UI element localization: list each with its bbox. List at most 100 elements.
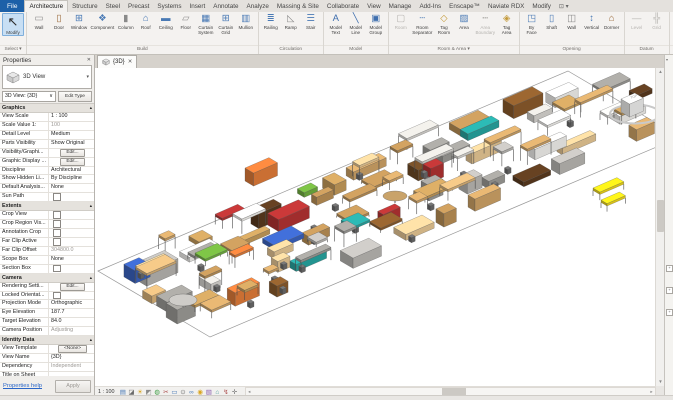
property-value[interactable]: 100 [49, 122, 94, 130]
tool-column[interactable]: ▮Column [116, 13, 136, 30]
tab-precast[interactable]: Precast [124, 0, 153, 12]
crop-region-vis-checkbox[interactable] [53, 220, 61, 228]
tool-window[interactable]: ⊞Window [69, 13, 89, 30]
type-selector[interactable]: 3D View ▾ [2, 65, 92, 89]
property-value[interactable]: 187.7 [49, 309, 94, 317]
tool-railing[interactable]: ≣Railing [261, 13, 281, 30]
tool-mullion[interactable]: ▥Mullion [236, 13, 256, 30]
tool-stair[interactable]: ☰Stair [301, 13, 321, 30]
property-value[interactable]: 84.0 [49, 318, 94, 326]
tool-tag-area[interactable]: ◈Tag Area [497, 13, 517, 35]
property-value[interactable]: None [49, 256, 94, 264]
tab-massing-site[interactable]: Massing & Site [273, 0, 323, 12]
tool-roof[interactable]: ⌂Roof [136, 13, 156, 30]
section-identity-data[interactable]: Identity Data▴ [0, 336, 94, 345]
property-value[interactable]: 304800.0 [49, 247, 94, 255]
tab-add-ins[interactable]: Add-Ins [415, 0, 445, 12]
tool-wall[interactable]: ◫Wall [562, 13, 582, 30]
tool-ramp[interactable]: ◺Ramp [281, 13, 301, 30]
tool-tag-room[interactable]: ◇Tag Room [434, 13, 454, 35]
tool-area[interactable]: ▨Area [454, 13, 474, 30]
tool-modify[interactable]: ↖Modify [2, 13, 24, 36]
section-graphics[interactable]: Graphics▴ [0, 104, 94, 113]
section-collapse-icon[interactable]: ▴ [90, 336, 92, 344]
tab-enscape[interactable]: Enscape™ [445, 0, 484, 12]
tab-naviate-rdx[interactable]: Naviate RDX [484, 0, 528, 12]
graphic-display-button[interactable]: Edit... [60, 158, 84, 166]
property-value[interactable]: None [49, 184, 94, 192]
tool-dormer[interactable]: ⌂Dormer [602, 13, 622, 30]
section-collapse-icon[interactable]: ▴ [90, 104, 92, 112]
tool-model-text[interactable]: AModel Text [326, 13, 346, 35]
tab-structure[interactable]: Structure [68, 0, 102, 12]
visibility-graphi-button[interactable]: Edit... [60, 149, 84, 157]
property-value [49, 292, 94, 300]
ribbon-display-toggle-icon[interactable]: ⊡ ▾ [555, 0, 573, 12]
round-table[interactable] [169, 294, 197, 306]
tab-analyze[interactable]: Analyze [243, 0, 273, 12]
property-value[interactable]: Independent [49, 363, 94, 371]
tool-door[interactable]: ▯Door [49, 13, 69, 30]
section-extents[interactable]: Extents▴ [0, 202, 94, 211]
tool-wall[interactable]: ▭Wall [29, 13, 49, 30]
tree-expand-icon[interactable]: + [666, 287, 673, 294]
tab-architecture[interactable]: Architecture [24, 0, 68, 12]
section-camera[interactable]: Camera▴ [0, 274, 94, 283]
file-menu-button[interactable]: File [0, 0, 24, 12]
property-value[interactable]: {3D} [49, 354, 94, 362]
drawing-area[interactable]: TOP [95, 68, 656, 386]
group-label-room-area[interactable]: Room & Area ▾ [389, 45, 519, 54]
sun-path-checkbox[interactable] [53, 193, 61, 201]
close-icon[interactable]: ✕ [87, 57, 91, 63]
tool-floor[interactable]: ▱Floor [176, 13, 196, 30]
view-template-button[interactable]: <None> [58, 345, 87, 353]
property-value[interactable]: Show Original [49, 140, 94, 148]
tool-model-line[interactable]: ╲Model Line [346, 13, 366, 35]
tab-manage[interactable]: Manage [385, 0, 416, 12]
section-collapse-icon[interactable]: ▴ [90, 202, 92, 210]
property-value[interactable]: Adjusting [49, 327, 94, 335]
round-table[interactable] [383, 191, 407, 201]
tab-steel[interactable]: Steel [102, 0, 124, 12]
tree-expand-icon[interactable]: + [666, 265, 673, 272]
property-value[interactable]: Architectural [49, 167, 94, 175]
tool-curtain-grid[interactable]: ⊞Curtain Grid [216, 13, 236, 35]
tree-expand-icon[interactable]: + [666, 309, 673, 316]
tool-curtain-system[interactable]: ▦Curtain System [196, 13, 216, 35]
tool-vertical[interactable]: ↕Vertical [582, 13, 602, 30]
tab-view[interactable]: View [363, 0, 385, 12]
tab-annotate[interactable]: Annotate [209, 0, 242, 12]
tab-insert[interactable]: Insert [186, 0, 210, 12]
tool-model-group[interactable]: ▣Model Group [366, 13, 386, 35]
tab-collaborate[interactable]: Collaborate [323, 0, 363, 12]
view-tab-3d[interactable]: {3D} ✕ [97, 55, 137, 68]
far-clip-active-checkbox[interactable] [53, 238, 61, 246]
tool-ceiling[interactable]: ▬Ceiling [156, 13, 176, 30]
tool-component[interactable]: ❖Component [89, 13, 116, 30]
tool-shaft[interactable]: ▯Shaft [542, 13, 562, 30]
edit-type-button[interactable]: Edit Type [58, 91, 92, 102]
curtain-system-icon: ▦ [201, 13, 210, 25]
properties-help-link[interactable]: Properties help [3, 383, 42, 389]
property-value[interactable]: Orthographic [49, 300, 94, 308]
section-collapse-icon[interactable]: ▴ [90, 274, 92, 282]
model-3d-view[interactable]: TOP [95, 68, 656, 386]
tool-by-face[interactable]: ◳By Face [522, 13, 542, 35]
annotation-crop-checkbox[interactable] [53, 229, 61, 237]
instance-selector[interactable]: 3D View: {3D} ∨ [2, 91, 56, 102]
section-box-checkbox[interactable] [53, 265, 61, 273]
property-value[interactable]: Medium [49, 131, 94, 139]
property-value[interactable]: By Discipline [49, 175, 94, 183]
tab-systems[interactable]: Systems [153, 0, 185, 12]
chevron-down-icon[interactable]: ▾ [666, 57, 668, 62]
group-label-select[interactable]: Select ▾ [0, 45, 26, 54]
rendering-setti-button[interactable]: Edit... [60, 283, 84, 291]
tool-label: Mullion [238, 25, 253, 30]
tool-room-separator[interactable]: ┄Room Separator [411, 13, 434, 35]
tab-modify[interactable]: Modify [528, 0, 555, 12]
property-value[interactable]: 1 : 100 [49, 113, 94, 121]
locked-orientat-checkbox[interactable] [53, 292, 61, 300]
vertical-scroll-thumb[interactable] [657, 200, 664, 232]
crop-view-checkbox[interactable] [53, 211, 61, 219]
close-view-icon[interactable]: ✕ [128, 59, 133, 65]
